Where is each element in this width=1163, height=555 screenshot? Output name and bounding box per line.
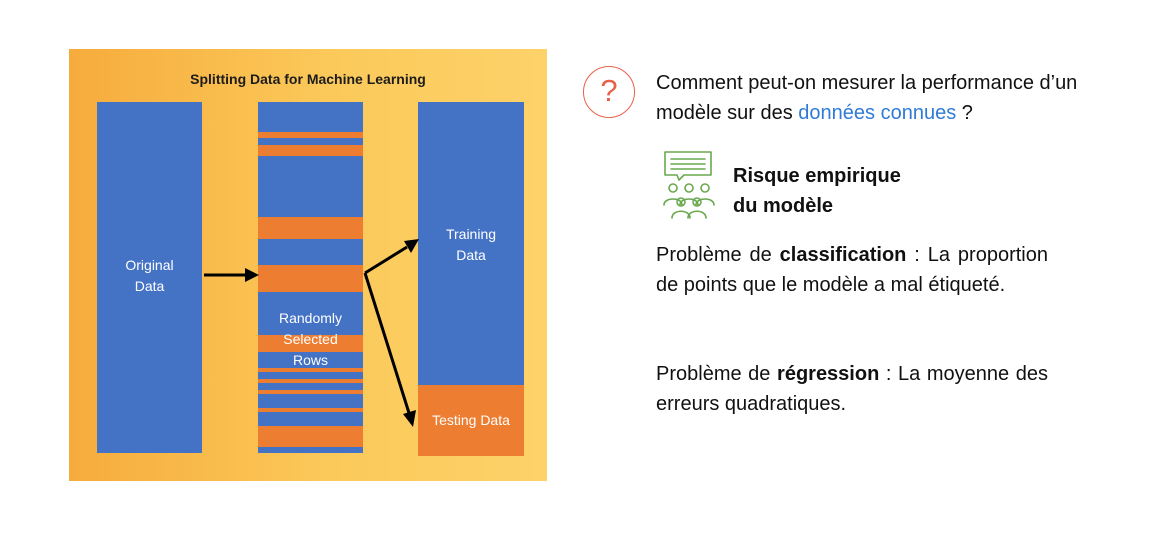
empirical-risk-title: Risque empirique du modèle [733,161,901,221]
data-split-diagram: Splitting Data for Machine Learning Orig… [69,49,547,481]
arrow-random-to-training [364,245,408,275]
arrow-random-to-testing [363,272,411,414]
classification-keyword: classification [779,244,907,266]
audience-discussion-icon [663,151,715,219]
arrowhead-icon [403,410,416,427]
question-text-end: ? [956,102,973,124]
regression-keyword: régression [777,363,880,385]
regression-prefix: Problème de [656,363,778,385]
risk-title-line2: du modèle [733,195,834,217]
highlighted-known-data: données connues [798,102,957,124]
flow-arrows [204,239,419,427]
arrowhead-icon [245,268,259,282]
question-mark-icon: ? [583,66,635,118]
classification-prefix: Problème de [656,244,780,266]
regression-paragraph: Problème de régression : La moyenne des … [656,359,1048,419]
question-text: Comment peut-on mesurer la performance d… [656,68,1126,128]
classification-paragraph: Problème de classification : La proporti… [656,240,1048,300]
risk-title-line1: Risque empirique [733,165,901,187]
